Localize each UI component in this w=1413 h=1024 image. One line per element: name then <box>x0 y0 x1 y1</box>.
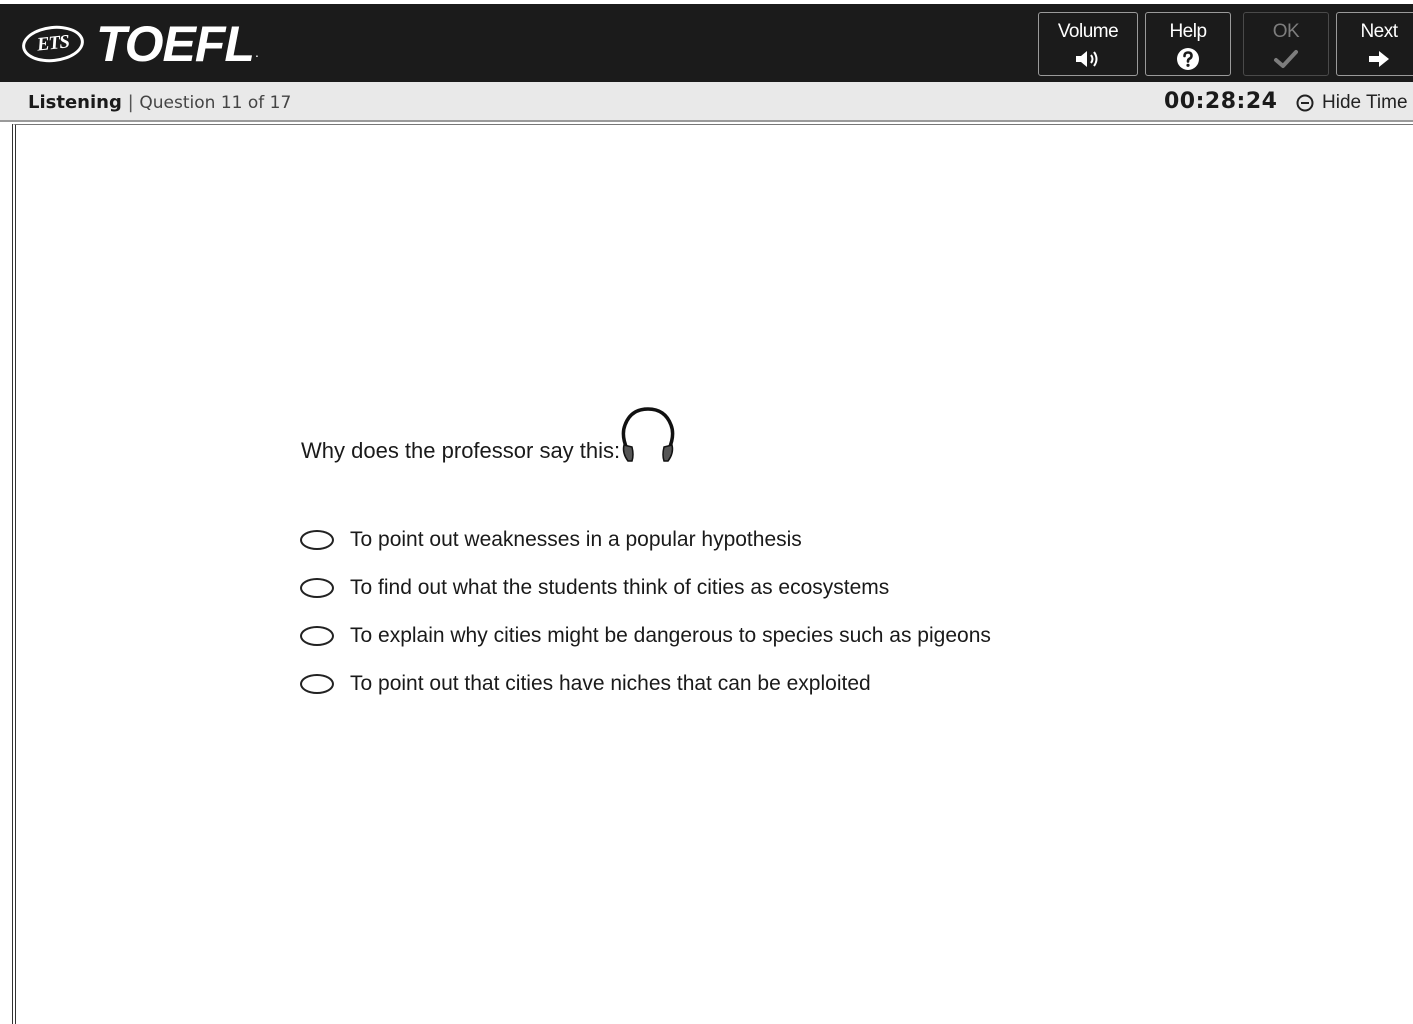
next-button-label: Next <box>1360 21 1398 42</box>
status-bar: Listening | Question 11 of 17 00:28:24 H… <box>0 82 1413 122</box>
section-name: Listening <box>28 92 122 113</box>
answer-option-text: To explain why cities might be dangerous… <box>350 624 991 647</box>
answer-option-2[interactable]: To find out what the students think of c… <box>300 564 991 612</box>
answer-option-1[interactable]: To point out weaknesses in a popular hyp… <box>300 516 991 564</box>
volume-button[interactable]: Volume <box>1038 12 1138 76</box>
help-button-label: Help <box>1169 21 1207 42</box>
top-toolbar: ETS TOEFL . Volume Help OK Next <box>0 0 1413 82</box>
speaker-icon <box>1074 47 1102 71</box>
toefl-logo-dot: . <box>254 44 259 60</box>
radio-button[interactable] <box>300 674 334 694</box>
answer-options: To point out weaknesses in a popular hyp… <box>300 516 991 708</box>
question-circle-icon <box>1176 47 1200 71</box>
question-counter: Question 11 of 17 <box>139 93 292 113</box>
section-progress: Listening | Question 11 of 17 <box>28 92 291 113</box>
answer-option-text: To point out weaknesses in a popular hyp… <box>350 528 802 551</box>
arrow-right-icon <box>1367 47 1391 71</box>
radio-button[interactable] <box>300 530 334 550</box>
next-button[interactable]: Next <box>1336 12 1413 76</box>
toefl-logo-text: TOEFL <box>96 16 255 72</box>
radio-button[interactable] <box>300 626 334 646</box>
hide-time-button[interactable]: Hide Time <box>1296 92 1408 114</box>
headphones-icon[interactable] <box>619 405 677 472</box>
volume-button-label: Volume <box>1057 21 1119 42</box>
question-prompt: Why does the professor say this: <box>301 438 621 463</box>
help-button[interactable]: Help <box>1145 12 1231 76</box>
answer-option-3[interactable]: To explain why cities might be dangerous… <box>300 612 991 660</box>
answer-option-4[interactable]: To point out that cities have niches tha… <box>300 660 991 708</box>
minus-circle-icon <box>1296 94 1314 112</box>
ok-button[interactable]: OK <box>1243 12 1329 76</box>
hide-time-label: Hide Time <box>1322 92 1408 113</box>
checkmark-icon <box>1273 47 1299 71</box>
answer-option-text: To find out what the students think of c… <box>350 576 890 599</box>
countdown-timer: 00:28:24 <box>1164 89 1278 114</box>
toefl-logo: ETS TOEFL . <box>20 12 259 76</box>
ok-button-label: OK <box>1272 21 1300 42</box>
answer-option-text: To point out that cities have niches tha… <box>350 672 871 695</box>
ets-logo-mark: ETS <box>20 22 86 66</box>
section-separator: | <box>127 92 134 113</box>
radio-button[interactable] <box>300 578 334 598</box>
